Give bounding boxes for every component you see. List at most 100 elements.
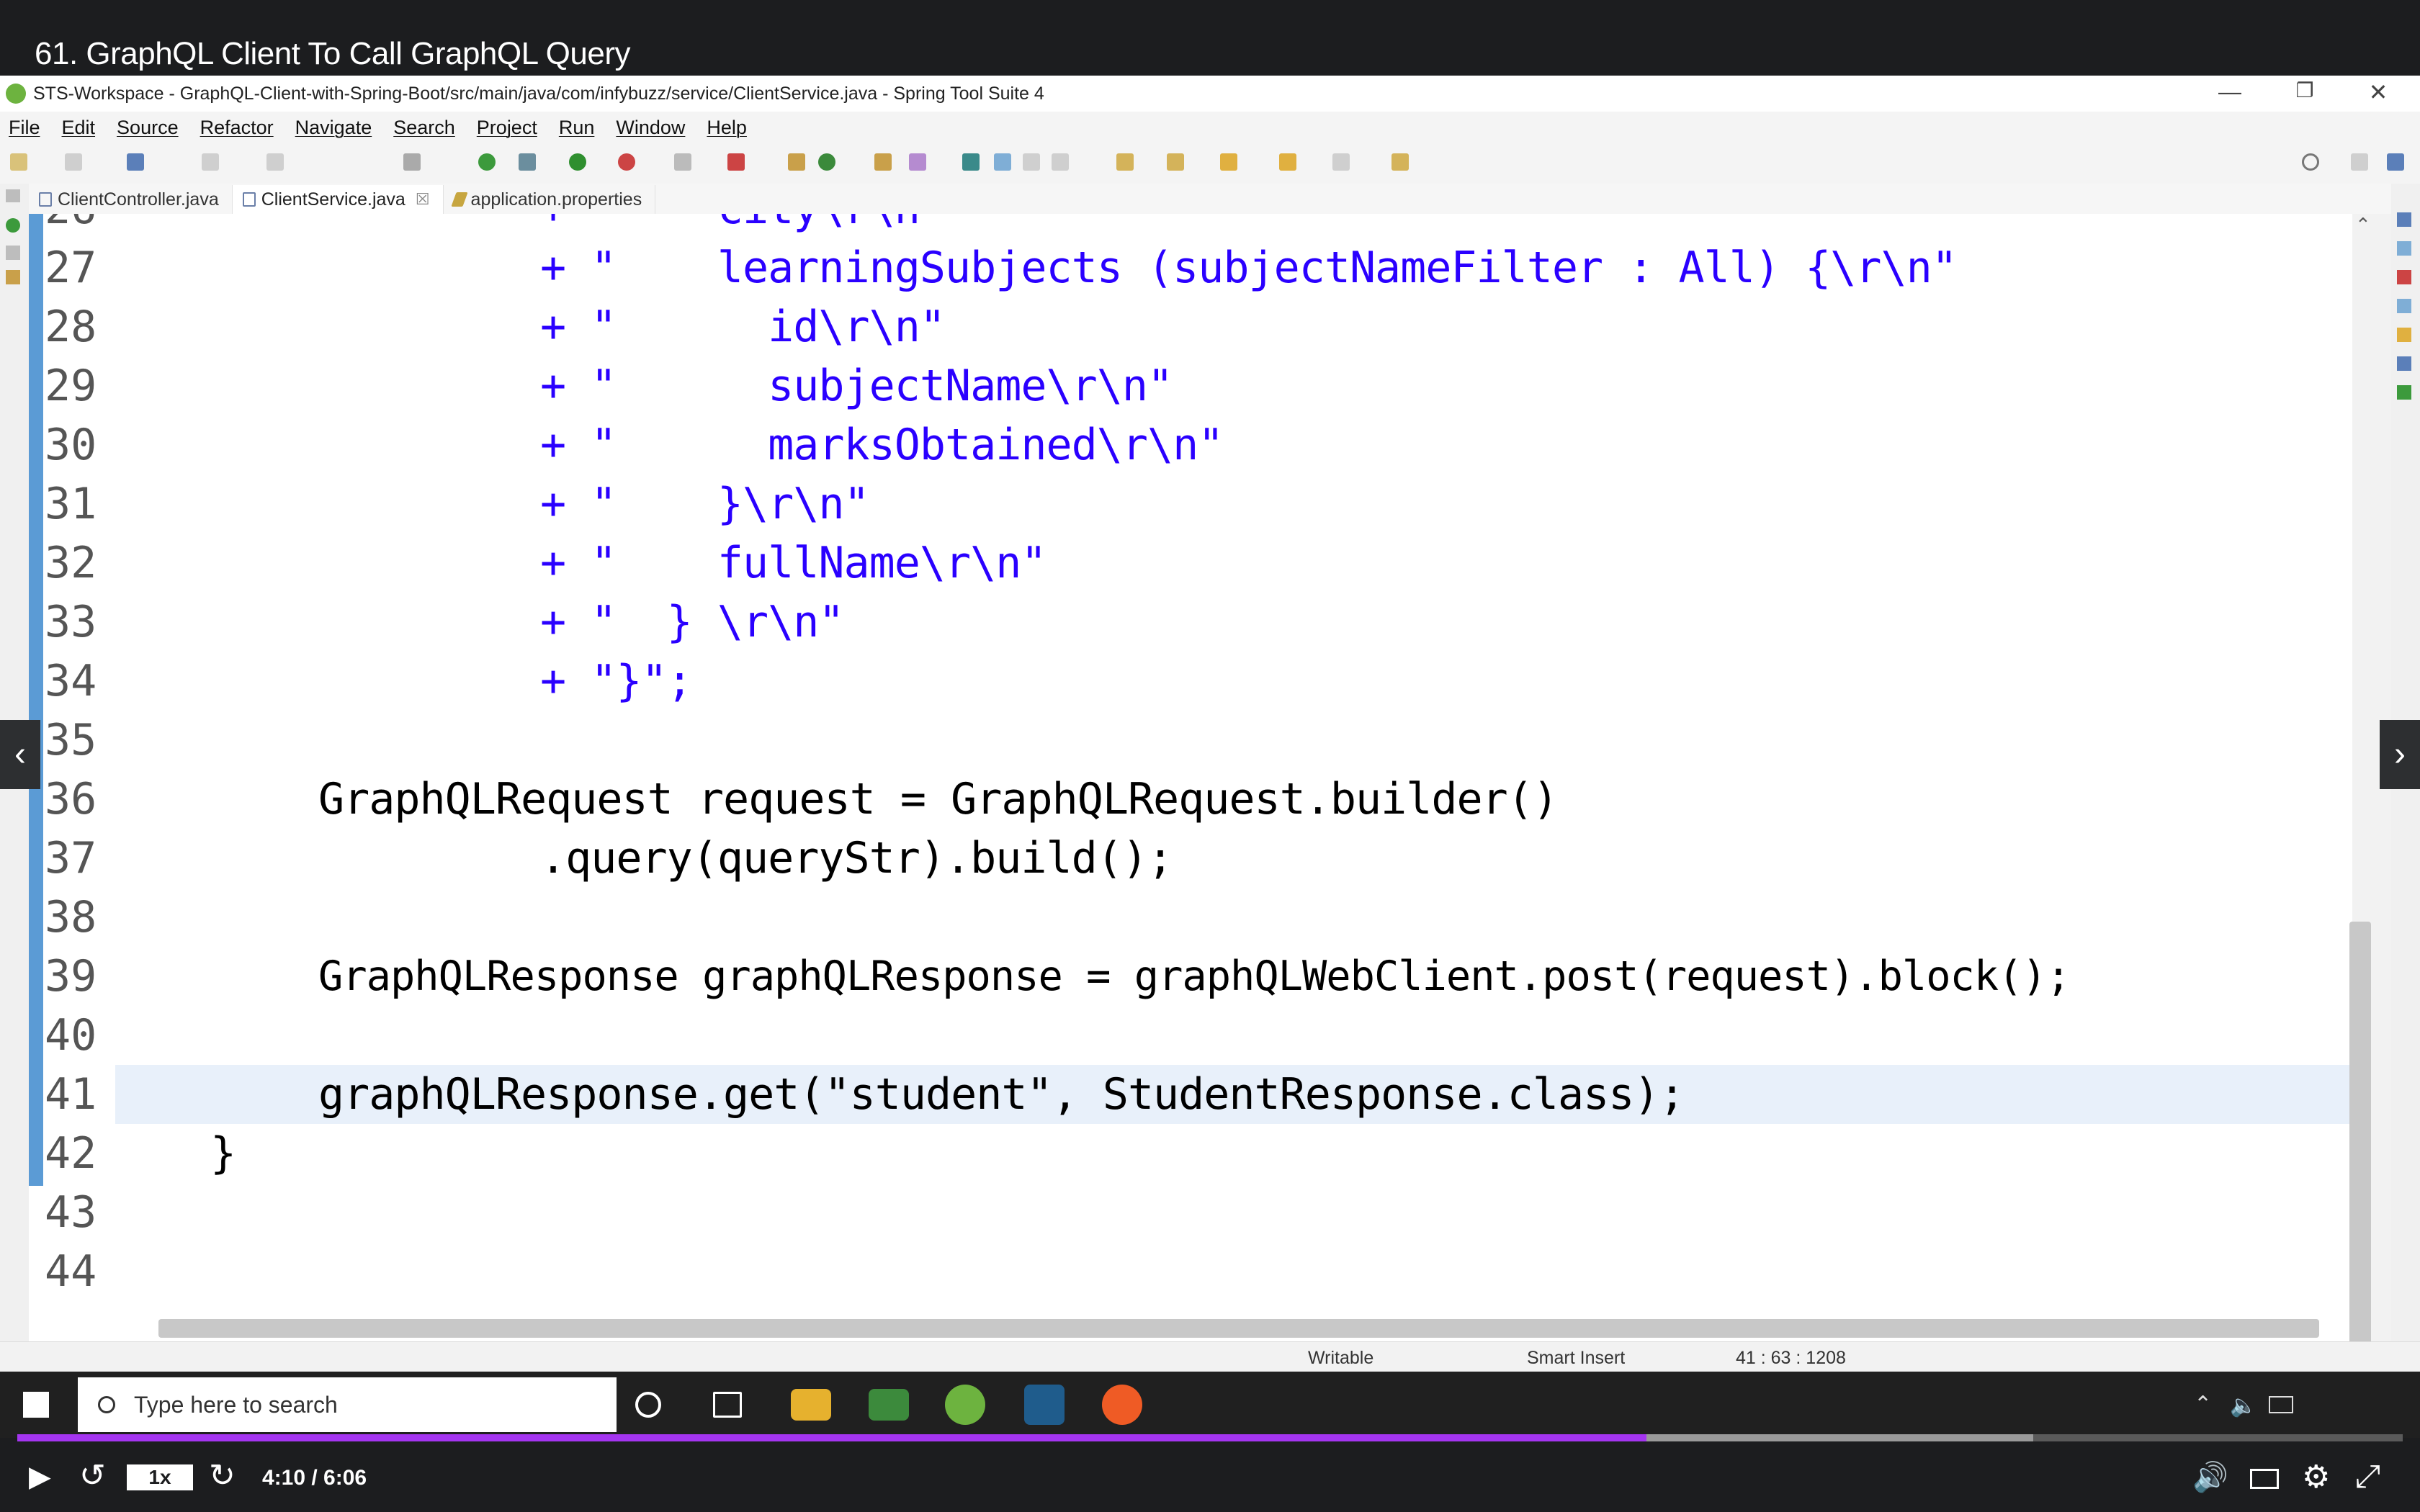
postman-icon[interactable] <box>1102 1385 1142 1425</box>
code-line: 31 + " }\r\n" <box>29 474 2352 534</box>
outline-view-icon[interactable] <box>2397 212 2411 227</box>
windows-start-icon[interactable] <box>23 1392 49 1418</box>
menu-project[interactable]: Project <box>477 117 537 139</box>
task-list-icon[interactable] <box>2397 241 2411 256</box>
code-text: + " learningSubjects (subjectNameFilter … <box>540 243 1958 293</box>
show-whitespace-icon[interactable] <box>1052 153 1069 171</box>
code-text: + " } \r\n" <box>540 597 844 647</box>
outline-icon[interactable] <box>6 270 20 284</box>
open-type-icon[interactable] <box>874 153 892 171</box>
previous-lecture-button[interactable]: ‹ <box>0 720 40 789</box>
menu-search[interactable]: Search <box>393 117 455 139</box>
resume-icon[interactable] <box>202 153 219 171</box>
next-annotation-icon[interactable] <box>1116 153 1134 171</box>
vertical-scroll-thumb[interactable] <box>2349 922 2371 1346</box>
code-line: 29 + " subjectName\r\n" <box>29 356 2352 415</box>
previous-annotation-icon[interactable] <box>1167 153 1184 171</box>
cortana-icon[interactable] <box>635 1392 661 1418</box>
line-number: 37 <box>45 833 97 883</box>
restore-view-icon[interactable] <box>6 189 20 202</box>
line-number: 34 <box>45 656 97 706</box>
tab-client-service[interactable]: ClientService.java ☒ <box>232 185 444 214</box>
menu-navigate[interactable]: Navigate <box>295 117 372 139</box>
code-line: 33 + " } \r\n" <box>29 593 2352 652</box>
last-edit-icon[interactable] <box>1220 153 1237 171</box>
menu-source[interactable]: Source <box>117 117 179 139</box>
toggle-breadcrumb-icon[interactable] <box>994 153 1011 171</box>
stop-server-icon[interactable] <box>674 153 691 171</box>
save-icon[interactable] <box>65 153 82 171</box>
next-lecture-button[interactable]: › <box>2380 720 2420 789</box>
terminal-icon[interactable] <box>127 153 144 171</box>
boot-dashboard-icon[interactable] <box>6 218 20 233</box>
problems-icon[interactable] <box>2397 270 2411 284</box>
tab-client-controller[interactable]: ClientController.java <box>29 185 233 214</box>
menu-refactor[interactable]: Refactor <box>200 117 274 139</box>
line-number: 33 <box>45 597 97 647</box>
new-file-icon[interactable] <box>10 153 27 171</box>
open-task-icon[interactable] <box>403 153 421 171</box>
run-icon[interactable] <box>569 153 586 171</box>
servers-icon[interactable] <box>2397 356 2411 371</box>
gear-icon[interactable]: ⚙ <box>2302 1459 2330 1495</box>
task-view-icon[interactable] <box>713 1392 742 1418</box>
java-perspective-icon[interactable] <box>2387 153 2404 171</box>
menu-run[interactable]: Run <box>559 117 595 139</box>
file-explorer-icon[interactable] <box>791 1389 831 1421</box>
external-tools-icon[interactable] <box>618 153 635 171</box>
toggle-mark-occurrences-icon[interactable] <box>962 153 980 171</box>
fullscreen-icon[interactable]: ⤢ <box>2355 1459 2380 1495</box>
menu-bar: File Edit Source Refactor Navigate Searc… <box>0 112 2420 143</box>
menu-window[interactable]: Window <box>616 117 685 139</box>
tab-label: ClientController.java <box>58 189 219 210</box>
captions-icon[interactable] <box>2250 1469 2279 1489</box>
scroll-up-icon[interactable]: ⌃ <box>2355 214 2371 236</box>
package-explorer-icon[interactable] <box>6 246 20 260</box>
close-tab-icon[interactable]: ☒ <box>416 190 430 209</box>
code-text: + " city\r\n <box>540 214 920 238</box>
back-icon[interactable] <box>1279 153 1296 171</box>
menu-edit[interactable]: Edit <box>62 117 96 139</box>
new-spring-project-icon[interactable] <box>818 153 835 171</box>
new-class-icon[interactable] <box>788 153 805 171</box>
search-icon[interactable] <box>2302 153 2319 171</box>
debug-icon[interactable] <box>519 153 536 171</box>
console-icon[interactable] <box>2397 299 2411 313</box>
forward-icon[interactable] <box>1332 153 1350 171</box>
line-number: 31 <box>45 479 97 529</box>
playback-speed-button[interactable]: 1x <box>127 1464 193 1490</box>
code-text: + " fullName\r\n" <box>540 538 1047 588</box>
menu-file[interactable]: File <box>9 117 40 139</box>
progress-view-icon[interactable] <box>2397 328 2411 342</box>
tab-label: application.properties <box>470 189 642 210</box>
database-tool-icon[interactable] <box>1024 1385 1065 1425</box>
stop-icon[interactable] <box>266 153 284 171</box>
chevron-up-icon[interactable]: ⌃ <box>2194 1392 2212 1417</box>
spring-tool-suite-icon[interactable] <box>945 1385 985 1425</box>
volume-icon[interactable]: 🔊 <box>2192 1460 2228 1494</box>
pin-editor-icon[interactable] <box>1392 153 1409 171</box>
volume-tray-icon[interactable]: 🔈 <box>2230 1393 2257 1418</box>
battery-icon[interactable] <box>2269 1396 2293 1413</box>
code-line: 26 + " city\r\n <box>29 214 2352 238</box>
forward-icon[interactable]: ↻ <box>209 1457 236 1494</box>
notepad-plus-icon[interactable] <box>869 1389 909 1421</box>
line-number: 39 <box>45 951 97 1002</box>
block-selection-icon[interactable] <box>1023 153 1040 171</box>
code-editor[interactable]: 26 + " city\r\n 27 + " learningSubjects … <box>29 214 2352 1315</box>
restore-button[interactable]: ❐ <box>2283 78 2326 102</box>
rewind-icon[interactable]: ↺ <box>79 1457 106 1494</box>
tab-application-properties[interactable]: application.properties <box>444 185 656 214</box>
spring-explorer-icon[interactable] <box>2397 385 2411 400</box>
menu-help[interactable]: Help <box>707 117 747 139</box>
play-icon[interactable]: ▶ <box>29 1460 51 1493</box>
close-button[interactable]: ✕ <box>2357 78 2400 106</box>
minimize-button[interactable]: — <box>2208 78 2251 105</box>
search-tool-icon[interactable] <box>909 153 926 171</box>
deploy-icon[interactable] <box>727 153 745 171</box>
taskbar-search-input[interactable]: Type here to search <box>78 1377 617 1432</box>
horizontal-scroll-thumb[interactable] <box>158 1319 2319 1338</box>
spring-boot-icon[interactable] <box>478 153 496 171</box>
open-perspective-icon[interactable] <box>2351 153 2368 171</box>
line-number: 30 <box>45 420 97 470</box>
